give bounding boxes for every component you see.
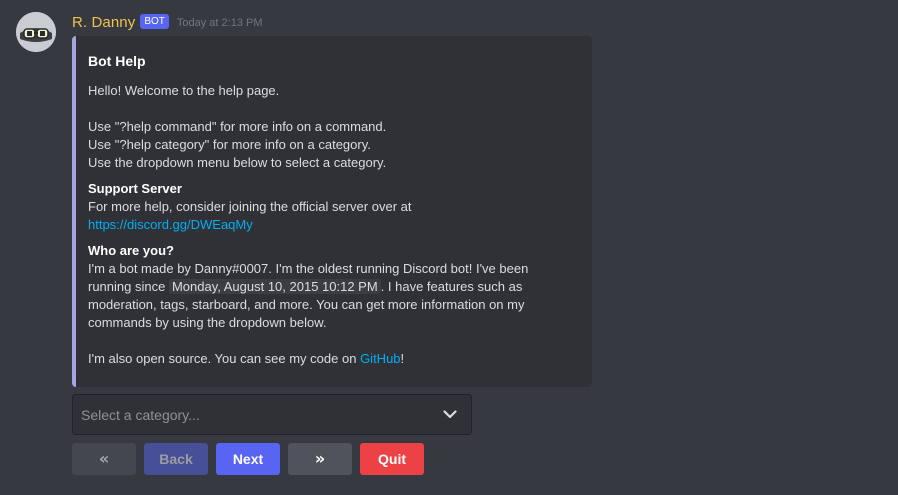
- field-spacer: [88, 332, 580, 350]
- double-chevron-left-icon: «: [98, 449, 110, 468]
- back-button-label: Back: [159, 451, 193, 467]
- embed-title: Bot Help: [88, 53, 146, 69]
- first-page-button[interactable]: «: [72, 443, 136, 475]
- message-header: R. Danny BOT Today at 2:13 PM: [72, 11, 263, 33]
- description-line: Use "?help category" for more info on a …: [88, 137, 371, 152]
- field-text: For more help, consider joining the offi…: [88, 199, 412, 214]
- select-placeholder: Select a category...: [81, 406, 200, 423]
- field-text-line: I'm also open source. You can see my cod…: [88, 350, 580, 368]
- field-text: !: [400, 351, 405, 366]
- help-embed: Bot Help Hello! Welcome to the help page…: [72, 36, 592, 387]
- github-link[interactable]: GitHub: [360, 351, 400, 366]
- field-name: Support Server: [88, 181, 182, 196]
- field-text-line: running since Monday, August 10, 2015 10…: [88, 278, 580, 296]
- field-name: Who are you?: [88, 243, 174, 258]
- timestamp-chip[interactable]: Monday, August 10, 2015 10:12 PM: [168, 279, 381, 294]
- next-button[interactable]: Next: [216, 443, 280, 475]
- description-intro: Hello! Welcome to the help page.: [88, 83, 280, 98]
- field-support-server: Support Server For more help, consider j…: [88, 180, 580, 234]
- goggles-avatar-icon[interactable]: [16, 12, 56, 52]
- double-chevron-right-icon: »: [314, 449, 326, 468]
- description-line: Use "?help command" for more info on a c…: [88, 119, 387, 134]
- support-server-link[interactable]: https://discord.gg/DWEaqMy: [88, 217, 253, 232]
- field-text: running since: [88, 279, 166, 294]
- bot-badge: BOT: [140, 13, 169, 29]
- pagination-buttons: « Back Next » Quit: [72, 443, 424, 475]
- field-text: commands by using the dropdown below.: [88, 315, 327, 330]
- chat-message: R. Danny BOT Today at 2:13 PM Bot Help H…: [0, 0, 898, 495]
- category-select[interactable]: Select a category...: [72, 394, 472, 435]
- back-button[interactable]: Back: [144, 443, 208, 475]
- field-text: I'm a bot made by Danny#0007. I'm the ol…: [88, 261, 529, 276]
- author-name[interactable]: R. Danny: [72, 14, 135, 31]
- field-value: For more help, consider joining the offi…: [88, 198, 580, 234]
- field-text: . I have features such as: [380, 279, 523, 294]
- field-text: moderation, tags, starboard, and more. Y…: [88, 297, 525, 312]
- description-line: Use the dropdown menu below to select a …: [88, 155, 387, 170]
- field-text: I'm also open source. You can see my cod…: [88, 351, 357, 366]
- next-button-label: Next: [232, 451, 264, 467]
- message-timestamp[interactable]: Today at 2:13 PM: [177, 17, 263, 29]
- field-who-are-you: Who are you? I'm a bot made by Danny#000…: [88, 242, 580, 368]
- quit-button-label: Quit: [378, 451, 406, 467]
- last-page-button[interactable]: »: [288, 443, 352, 475]
- field-value: I'm a bot made by Danny#0007. I'm the ol…: [88, 260, 580, 368]
- quit-button[interactable]: Quit: [360, 443, 424, 475]
- embed-description: Hello! Welcome to the help page. Use "?h…: [88, 82, 580, 172]
- chevron-down-icon: [441, 406, 459, 424]
